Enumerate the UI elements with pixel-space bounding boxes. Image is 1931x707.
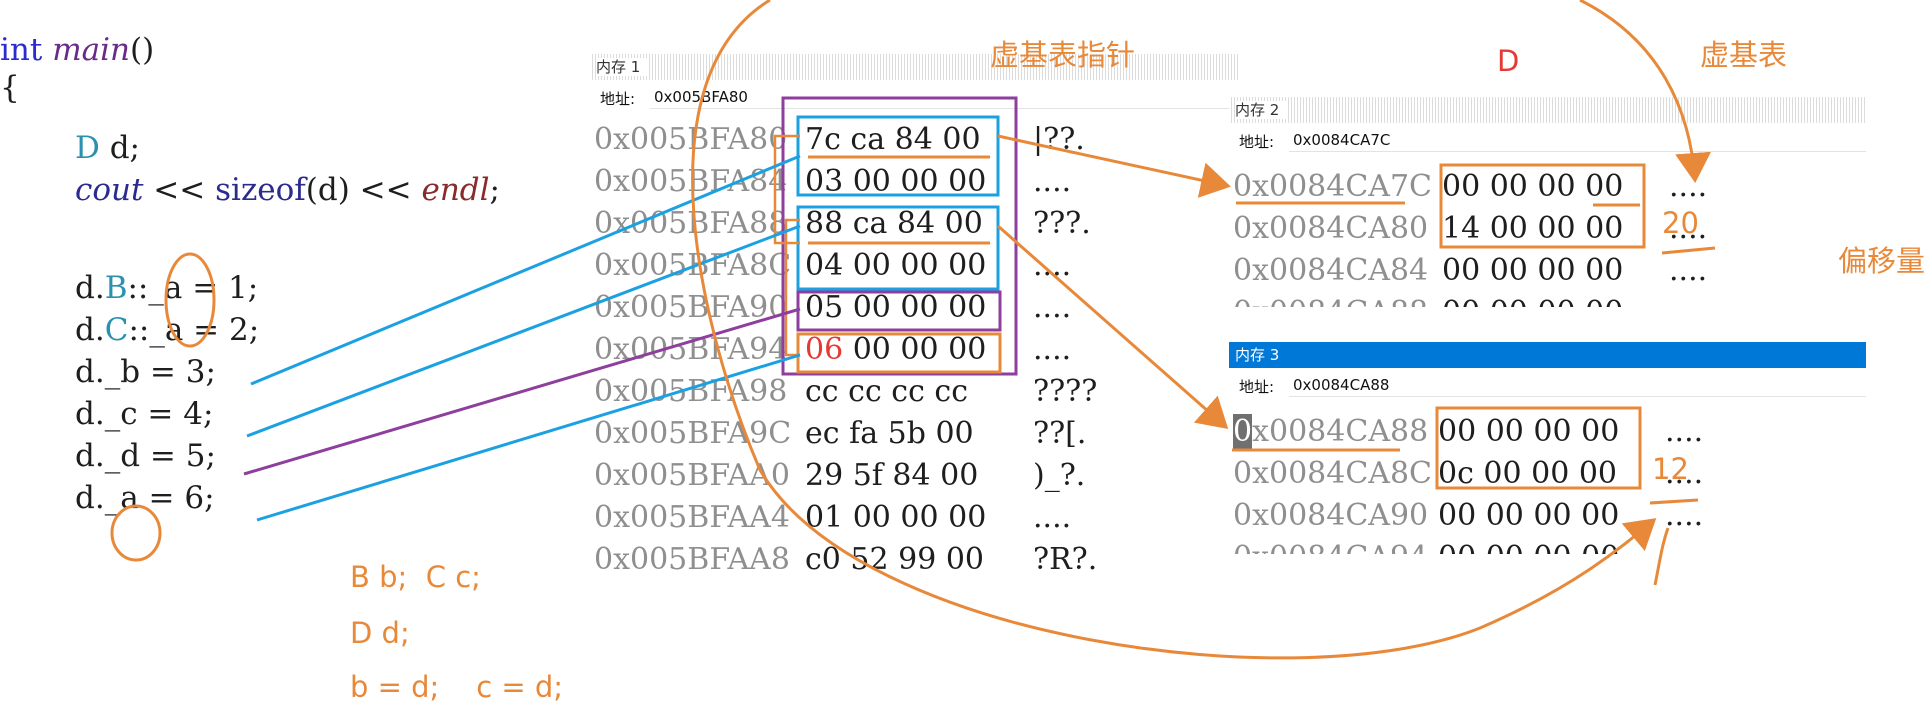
annotation-overlay xyxy=(110,0,1716,660)
link-c xyxy=(246,224,801,438)
arrow-to-vbtable-2 xyxy=(997,224,1229,429)
link-a xyxy=(256,353,801,522)
vbtable-2-box xyxy=(1435,406,1642,490)
subobject-c-box xyxy=(796,205,1000,291)
member-a-box xyxy=(796,332,1002,374)
offset-underline xyxy=(1649,498,1699,505)
loop-arrow-top xyxy=(1579,0,1712,183)
arrow-to-vbtable-1 xyxy=(997,134,1231,198)
member-d-box xyxy=(796,290,1002,332)
tick-arrow xyxy=(1653,527,1670,586)
circle-a-1 xyxy=(164,252,216,348)
offset-underline xyxy=(1661,246,1716,255)
link-d xyxy=(243,307,801,476)
circle-a-2 xyxy=(110,504,162,562)
